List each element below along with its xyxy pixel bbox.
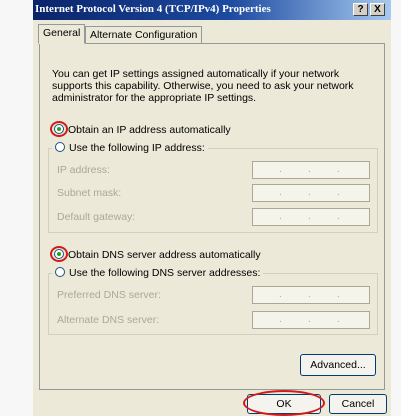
dns-manual-label: Use the following DNS server addresses: bbox=[69, 267, 261, 279]
close-button[interactable]: X bbox=[370, 3, 385, 16]
radio-unchecked-icon bbox=[55, 267, 65, 277]
radio-checked-icon bbox=[54, 249, 64, 259]
ip-auto-label: Obtain an IP address automatically bbox=[68, 124, 231, 136]
advanced-button[interactable]: Advanced... bbox=[300, 354, 376, 376]
preferred-dns-label: Preferred DNS server: bbox=[57, 289, 161, 301]
title-bar: Internet Protocol Version 4 (TCP/IPv4) P… bbox=[33, 0, 391, 20]
ip-manual-label: Use the following IP address: bbox=[69, 142, 205, 154]
radio-unchecked-icon bbox=[55, 142, 65, 152]
cancel-button[interactable]: Cancel bbox=[329, 394, 387, 414]
default-gateway-input[interactable]: ... bbox=[252, 208, 370, 226]
ip-address-input[interactable]: ... bbox=[252, 161, 370, 179]
alternate-dns-input[interactable]: ... bbox=[252, 311, 370, 329]
alternate-dns-label: Alternate DNS server: bbox=[57, 314, 160, 326]
subnet-mask-label: Subnet mask: bbox=[57, 187, 122, 199]
subnet-mask-input[interactable]: ... bbox=[252, 184, 370, 202]
ip-manual-radio[interactable]: Use the following IP address: bbox=[52, 142, 208, 154]
ok-highlight-circle bbox=[243, 390, 325, 416]
preferred-dns-input[interactable]: ... bbox=[252, 286, 370, 304]
help-button[interactable]: ? bbox=[353, 3, 368, 16]
description-text: You can get IP settings assigned automat… bbox=[52, 68, 354, 104]
tab-alternate-configuration[interactable]: Alternate Configuration bbox=[85, 26, 203, 43]
dns-auto-label: Obtain DNS server address automatically bbox=[68, 249, 261, 261]
radio-checked-icon bbox=[54, 124, 64, 134]
ip-auto-radio[interactable]: Obtain an IP address automatically bbox=[54, 124, 231, 136]
tab-general[interactable]: General bbox=[38, 24, 86, 44]
dns-auto-radio[interactable]: Obtain DNS server address automatically bbox=[54, 249, 261, 261]
dns-manual-radio[interactable]: Use the following DNS server addresses: bbox=[52, 267, 264, 279]
default-gateway-label: Default gateway: bbox=[57, 211, 136, 223]
dialog-window: Internet Protocol Version 4 (TCP/IPv4) P… bbox=[33, 0, 391, 416]
ip-address-label: IP address: bbox=[57, 164, 110, 176]
window-title: Internet Protocol Version 4 (TCP/IPv4) P… bbox=[35, 3, 271, 15]
general-panel: You can get IP settings assigned automat… bbox=[39, 43, 385, 390]
